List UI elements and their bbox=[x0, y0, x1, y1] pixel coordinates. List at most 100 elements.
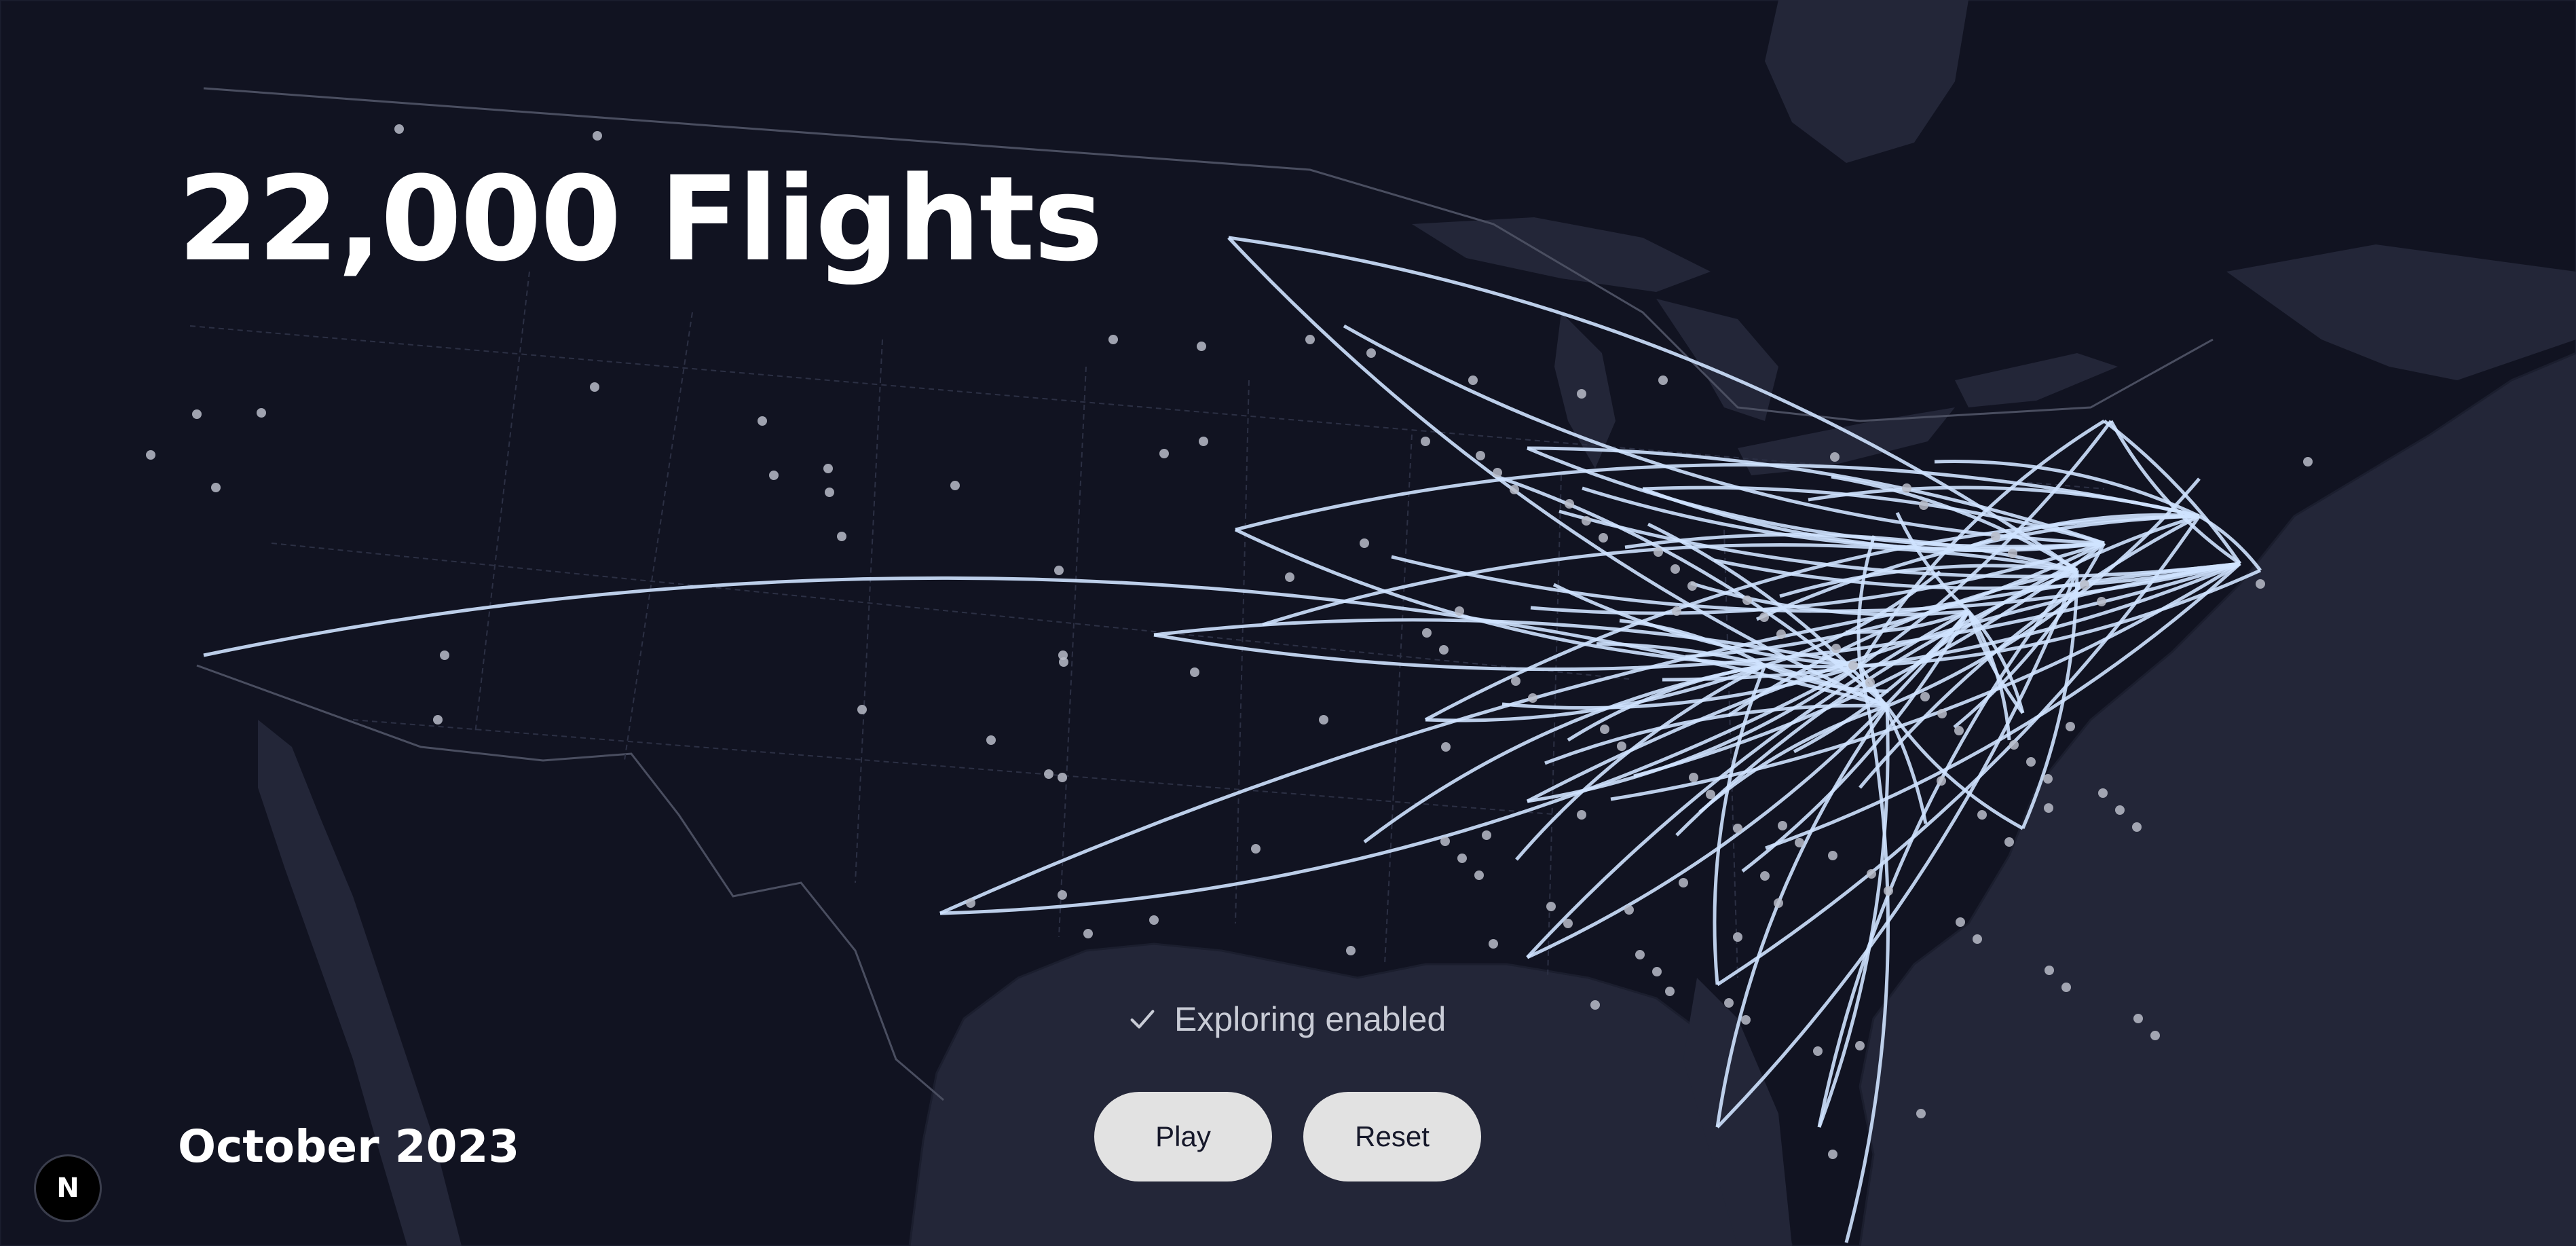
airport-dot[interactable] bbox=[2004, 837, 2014, 847]
airport-dot[interactable] bbox=[1830, 452, 1840, 462]
airport-dot[interactable] bbox=[2132, 822, 2142, 832]
airport-dot[interactable] bbox=[1774, 898, 1783, 908]
airport-dot[interactable] bbox=[1956, 917, 1965, 927]
airport-dot[interactable] bbox=[1199, 437, 1208, 446]
airport-dot[interactable] bbox=[950, 481, 960, 490]
airport-dot[interactable] bbox=[1855, 1041, 1865, 1050]
airport-dot[interactable] bbox=[146, 450, 155, 460]
airport-dot[interactable] bbox=[1977, 810, 1987, 820]
airport-dot[interactable] bbox=[2044, 803, 2053, 813]
airport-dot[interactable] bbox=[769, 471, 779, 480]
airport-dot[interactable] bbox=[1670, 564, 1680, 574]
airport-dot[interactable] bbox=[823, 464, 833, 473]
airport-dot[interactable] bbox=[1083, 929, 1093, 938]
airport-dot[interactable] bbox=[1565, 499, 1574, 509]
play-button[interactable]: Play bbox=[1094, 1092, 1272, 1181]
airport-dot[interactable] bbox=[257, 408, 266, 418]
airport-dot[interactable] bbox=[1706, 790, 1715, 799]
airport-dot[interactable] bbox=[1582, 516, 1591, 526]
airport-dot[interactable] bbox=[1760, 871, 1770, 881]
airport-dot[interactable] bbox=[1440, 837, 1450, 846]
airport-dot[interactable] bbox=[1687, 581, 1697, 591]
airport-dot[interactable] bbox=[2061, 983, 2071, 992]
airport-dot[interactable] bbox=[1577, 389, 1586, 399]
airport-dot[interactable] bbox=[1197, 342, 1206, 351]
airport-dot[interactable] bbox=[2098, 788, 2108, 798]
airport-dot[interactable] bbox=[2256, 579, 2265, 589]
airport-dot[interactable] bbox=[1346, 946, 1356, 955]
airport-dot[interactable] bbox=[1884, 886, 1893, 896]
airport-dot[interactable] bbox=[2043, 774, 2053, 784]
airport-dot[interactable] bbox=[1455, 606, 1464, 616]
airport-dot[interactable] bbox=[1654, 547, 1663, 557]
airport-dot[interactable] bbox=[394, 124, 404, 134]
airport-dot[interactable] bbox=[1482, 830, 1491, 840]
airport-dot[interactable] bbox=[825, 488, 834, 497]
airport-dot[interactable] bbox=[1733, 824, 1742, 833]
logo-badge[interactable]: N bbox=[34, 1154, 102, 1222]
airport-dot[interactable] bbox=[1441, 742, 1451, 752]
airport-dot[interactable] bbox=[857, 705, 867, 714]
airport-dot[interactable] bbox=[1937, 776, 1946, 786]
airport-dot[interactable] bbox=[2009, 740, 2019, 750]
airport-dot[interactable] bbox=[1733, 932, 1742, 942]
airport-dot[interactable] bbox=[1528, 693, 1537, 703]
airport-dot[interactable] bbox=[1474, 871, 1484, 880]
airport-dot[interactable] bbox=[1741, 1015, 1751, 1025]
airport-dot[interactable] bbox=[1617, 741, 1626, 751]
airport-dot[interactable] bbox=[966, 898, 975, 908]
airport-dot[interactable] bbox=[1493, 468, 1502, 477]
reset-button[interactable]: Reset bbox=[1303, 1092, 1481, 1181]
airport-dot[interactable] bbox=[1190, 667, 1199, 677]
airport-dot[interactable] bbox=[1546, 902, 1556, 911]
airport-dot[interactable] bbox=[837, 532, 846, 541]
airport-dot[interactable] bbox=[1665, 987, 1675, 996]
airport-dot[interactable] bbox=[1658, 375, 1668, 385]
airport-dot[interactable] bbox=[1319, 715, 1328, 725]
airport-dot[interactable] bbox=[2303, 457, 2313, 466]
airport-dot[interactable] bbox=[758, 416, 767, 426]
airport-dot[interactable] bbox=[1795, 838, 1804, 847]
airport-dot[interactable] bbox=[211, 483, 221, 492]
airport-dot[interactable] bbox=[1439, 645, 1449, 655]
airport-dot[interactable] bbox=[2097, 597, 2106, 606]
airport-dot[interactable] bbox=[1599, 533, 1608, 543]
airport-dot[interactable] bbox=[1044, 769, 1053, 779]
airport-dot[interactable] bbox=[1421, 437, 1430, 446]
airport-dot[interactable] bbox=[1577, 810, 1586, 820]
airport-dot[interactable] bbox=[1865, 678, 1875, 687]
airport-dot[interactable] bbox=[2026, 757, 2036, 767]
airport-dot[interactable] bbox=[2008, 549, 2017, 558]
airport-dot[interactable] bbox=[1742, 595, 1752, 605]
airport-dot[interactable] bbox=[1108, 335, 1118, 344]
airport-dot[interactable] bbox=[1973, 934, 1982, 944]
airport-dot[interactable] bbox=[1563, 919, 1573, 928]
airport-dot[interactable] bbox=[986, 735, 996, 745]
airport-dot[interactable] bbox=[1251, 844, 1261, 854]
airport-dot[interactable] bbox=[1954, 726, 1964, 735]
exploring-status[interactable]: Exploring enabled bbox=[1127, 1000, 1446, 1039]
airport-dot[interactable] bbox=[1468, 375, 1478, 385]
airport-dot[interactable] bbox=[1776, 629, 1786, 639]
airport-dot[interactable] bbox=[2045, 966, 2054, 975]
airport-dot[interactable] bbox=[1831, 644, 1841, 653]
airport-dot[interactable] bbox=[1902, 483, 1911, 493]
airport-dot[interactable] bbox=[1305, 335, 1315, 344]
airport-dot[interactable] bbox=[1919, 500, 1928, 510]
airport-dot[interactable] bbox=[1149, 915, 1159, 925]
airport-dot[interactable] bbox=[1635, 950, 1645, 959]
airport-dot[interactable] bbox=[1366, 348, 1376, 358]
airport-dot[interactable] bbox=[1058, 890, 1067, 900]
airport-dot[interactable] bbox=[1489, 939, 1498, 949]
airport-dot[interactable] bbox=[1422, 628, 1432, 638]
airport-dot[interactable] bbox=[1511, 676, 1520, 686]
airport-dot[interactable] bbox=[1759, 612, 1769, 622]
airport-dot[interactable] bbox=[1778, 821, 1787, 830]
airport-dot[interactable] bbox=[1059, 657, 1068, 667]
airport-dot[interactable] bbox=[1285, 572, 1294, 582]
airport-dot[interactable] bbox=[2150, 1031, 2160, 1040]
airport-dot[interactable] bbox=[1991, 532, 2000, 541]
airport-dot[interactable] bbox=[433, 715, 443, 725]
airport-dot[interactable] bbox=[1624, 905, 1634, 915]
airport-dot[interactable] bbox=[1828, 851, 1837, 860]
